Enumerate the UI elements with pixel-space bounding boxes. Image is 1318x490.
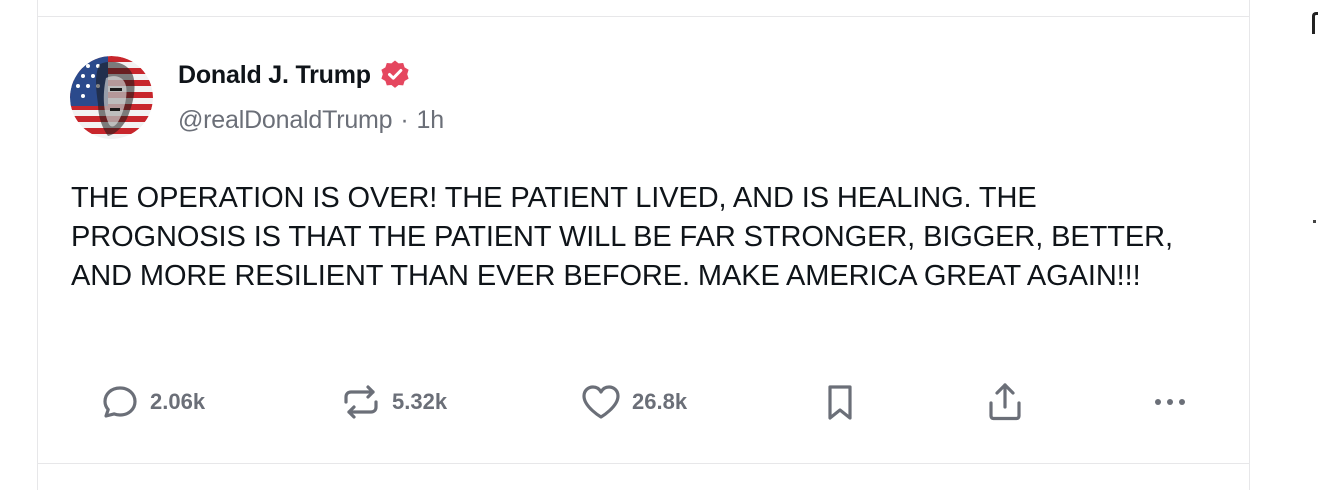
- meta-separator: ·: [400, 106, 409, 134]
- profile-avatar-icon: [70, 56, 153, 139]
- page: Donald J. Trump @realDonaldTrump · 1h TH…: [0, 0, 1318, 490]
- more-options-button[interactable]: [1150, 382, 1190, 422]
- post-text: THE OPERATION IS OVER! THE PATIENT LIVED…: [71, 182, 1173, 292]
- reply-icon: [103, 386, 137, 418]
- author-handle-row: @realDonaldTrump · 1h: [178, 106, 444, 135]
- bookmark-icon: [828, 385, 852, 420]
- author-name-row: Donald J. Trump: [178, 58, 411, 92]
- reply-button[interactable]: 2.06k: [100, 382, 205, 422]
- like-button[interactable]: 26.8k: [580, 382, 687, 422]
- more-icon: [1155, 399, 1185, 405]
- author-handle[interactable]: @realDonaldTrump: [178, 106, 393, 135]
- share-icon: [989, 383, 1021, 421]
- share-button[interactable]: [985, 382, 1025, 422]
- heart-icon: [582, 385, 620, 419]
- avatar[interactable]: [70, 56, 153, 139]
- repost-icon: [344, 385, 378, 419]
- bookmark-button[interactable]: [822, 382, 858, 422]
- previous-post-edge: [37, 0, 1250, 16]
- next-post-edge: [37, 464, 1250, 490]
- author-display-name[interactable]: Donald J. Trump: [178, 61, 371, 90]
- edge-tick-fragment: [1313, 220, 1316, 223]
- post-timestamp[interactable]: 1h: [417, 106, 445, 135]
- repost-button[interactable]: 5.32k: [340, 382, 447, 422]
- like-count: 26.8k: [632, 389, 688, 414]
- reply-count: 2.06k: [150, 389, 206, 414]
- repost-count: 5.32k: [392, 389, 448, 414]
- verified-badge-icon: [379, 59, 411, 91]
- window-edge-fragment: [1312, 12, 1318, 34]
